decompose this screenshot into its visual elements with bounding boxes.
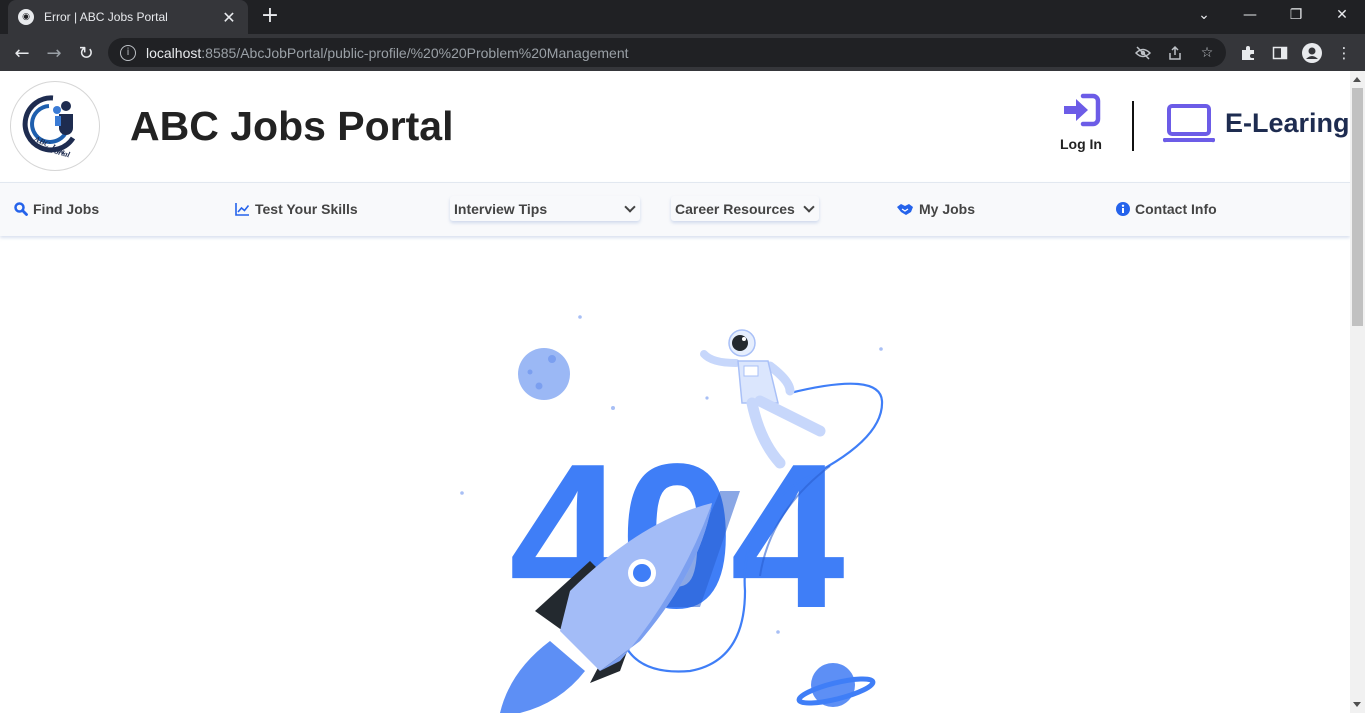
reload-icon[interactable]: ↻: [72, 39, 100, 67]
page-scrollbar[interactable]: [1350, 71, 1365, 713]
extensions-icon[interactable]: [1238, 43, 1258, 63]
star-dot: [705, 396, 709, 400]
error-404-illustration: 404: [460, 315, 884, 713]
tab-close-icon[interactable]: ✕: [220, 8, 238, 27]
browser-titlebar: ◉ Error | ABC Jobs Portal ✕ + ⌄ — ❐ ✕: [0, 0, 1365, 34]
profile-icon[interactable]: [1302, 43, 1322, 63]
page-viewport: ABC Jobs Portal ABC Jobs Portal Log In E…: [0, 71, 1350, 713]
back-icon[interactable]: ←: [8, 39, 36, 67]
scroll-down-arrow[interactable]: [1353, 702, 1361, 707]
tab-title: Error | ABC Jobs Portal: [44, 10, 168, 24]
share-icon[interactable]: [1166, 44, 1184, 62]
scroll-thumb[interactable]: [1352, 88, 1363, 326]
scroll-up-arrow[interactable]: [1353, 77, 1361, 82]
star-dot: [460, 491, 464, 495]
menu-icon[interactable]: ⋮: [1334, 43, 1354, 63]
favicon-icon: ◉: [18, 9, 34, 25]
side-panel-icon[interactable]: [1270, 43, 1290, 63]
star-dot: [578, 315, 582, 319]
site-info-icon[interactable]: i: [120, 44, 136, 61]
url-path: :8585/AbcJobPortal/public-profile/%20%20…: [201, 44, 629, 61]
eye-off-icon[interactable]: [1134, 44, 1152, 62]
browser-tab[interactable]: ◉ Error | ABC Jobs Portal ✕: [8, 0, 248, 34]
planet-icon: [796, 663, 876, 707]
star-icon[interactable]: ☆: [1198, 44, 1216, 62]
url-host: localhost: [146, 44, 202, 61]
star-dot: [879, 347, 883, 351]
minimize-button[interactable]: —: [1227, 0, 1273, 30]
tab-search-icon[interactable]: ⌄: [1181, 0, 1227, 30]
new-tab-button[interactable]: +: [258, 4, 282, 28]
forward-icon[interactable]: →: [40, 39, 68, 67]
restore-button[interactable]: ❐: [1273, 0, 1319, 30]
browser-toolbar: ← → ↻ i localhost:8585/AbcJobPortal/publ…: [0, 34, 1365, 71]
star-dot: [611, 406, 615, 410]
address-bar[interactable]: i localhost:8585/AbcJobPortal/public-pro…: [108, 38, 1226, 67]
close-window-button[interactable]: ✕: [1319, 0, 1365, 30]
moon-icon: [518, 348, 570, 400]
